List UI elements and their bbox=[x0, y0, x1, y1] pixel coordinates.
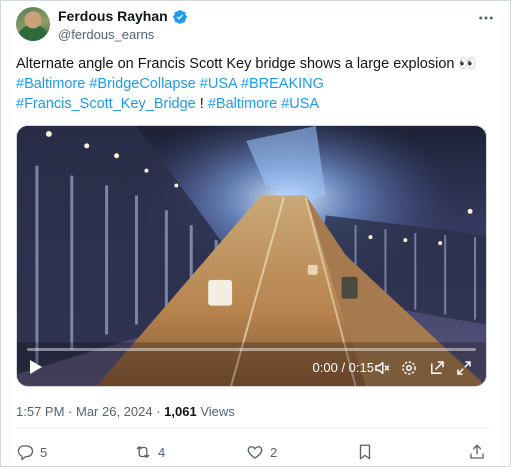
heart-icon bbox=[247, 446, 263, 459]
tweet-date[interactable]: Mar 26, 2024 bbox=[76, 404, 153, 419]
video-player[interactable]: 0:00 / 0:15 bbox=[16, 125, 487, 387]
volume-icon[interactable] bbox=[373, 359, 391, 377]
author-name[interactable]: Ferdous Rayhan bbox=[58, 8, 168, 25]
tweet-text-line-2: #Baltimore #BridgeCollapse #USA #BREAKIN… bbox=[16, 74, 496, 94]
video-controls: 0:00 / 0:15 bbox=[17, 342, 486, 386]
hashtag-link[interactable]: #Baltimore bbox=[208, 96, 277, 112]
hashtag-link[interactable]: #USA bbox=[200, 76, 237, 92]
hashtag-link[interactable]: #Francis_Scott_Key_Bridge bbox=[16, 96, 196, 112]
meta-separator: · bbox=[152, 404, 165, 419]
hashtag-link[interactable]: #BREAKING bbox=[241, 76, 324, 92]
fullscreen-icon[interactable] bbox=[455, 359, 473, 377]
video-progress-bar[interactable] bbox=[27, 348, 476, 351]
views-label: Views bbox=[196, 404, 235, 419]
bookmark-button[interactable] bbox=[356, 443, 374, 461]
hashtag-link[interactable]: #Baltimore bbox=[16, 76, 85, 92]
retweet-button[interactable]: 4 bbox=[134, 443, 165, 461]
tweet-meta: 1:57 PM · Mar 26, 2024 · 1,061 Views bbox=[16, 404, 235, 420]
bookmark-icon bbox=[359, 444, 371, 460]
retweet-count: 4 bbox=[158, 444, 166, 460]
settings-icon[interactable] bbox=[400, 359, 418, 377]
like-button[interactable]: 2 bbox=[246, 443, 277, 461]
retweet-icon bbox=[136, 446, 150, 458]
action-bar: 5 4 2 bbox=[16, 443, 495, 463]
text-separator: ! bbox=[195, 96, 208, 112]
name-row: Ferdous Rayhan bbox=[58, 8, 188, 25]
tweet-text-line-1: Alternate angle on Francis Scott Key bri… bbox=[16, 56, 477, 72]
play-icon[interactable] bbox=[29, 359, 43, 375]
author-handle[interactable]: @ferdous_earns bbox=[58, 26, 188, 43]
tweet-text-line-3: #Francis_Scott_Key_Bridge ! #Baltimore #… bbox=[16, 94, 496, 114]
share-icon bbox=[470, 444, 484, 459]
more-options-icon[interactable] bbox=[477, 9, 495, 27]
video-time: 0:00 / 0:15 bbox=[312, 360, 374, 375]
pop-out-icon[interactable] bbox=[428, 359, 446, 377]
reply-icon bbox=[17, 445, 34, 461]
tweet-header: Ferdous Rayhan @ferdous_earns bbox=[58, 8, 188, 43]
reply-count: 5 bbox=[40, 444, 48, 460]
hashtag-link[interactable]: #USA bbox=[281, 96, 319, 112]
like-count: 2 bbox=[270, 444, 278, 460]
views-count: 1,061 bbox=[164, 404, 197, 419]
divider bbox=[16, 428, 495, 429]
verified-badge-icon bbox=[172, 9, 187, 24]
hashtag-link[interactable]: #BridgeCollapse bbox=[89, 76, 195, 92]
tweet-text: Alternate angle on Francis Scott Key bri… bbox=[16, 54, 496, 114]
reply-button[interactable]: 5 bbox=[16, 443, 47, 461]
share-button[interactable] bbox=[468, 443, 486, 461]
meta-separator: · bbox=[64, 404, 76, 419]
avatar[interactable] bbox=[16, 7, 50, 41]
tweet-time[interactable]: 1:57 PM bbox=[16, 404, 64, 419]
